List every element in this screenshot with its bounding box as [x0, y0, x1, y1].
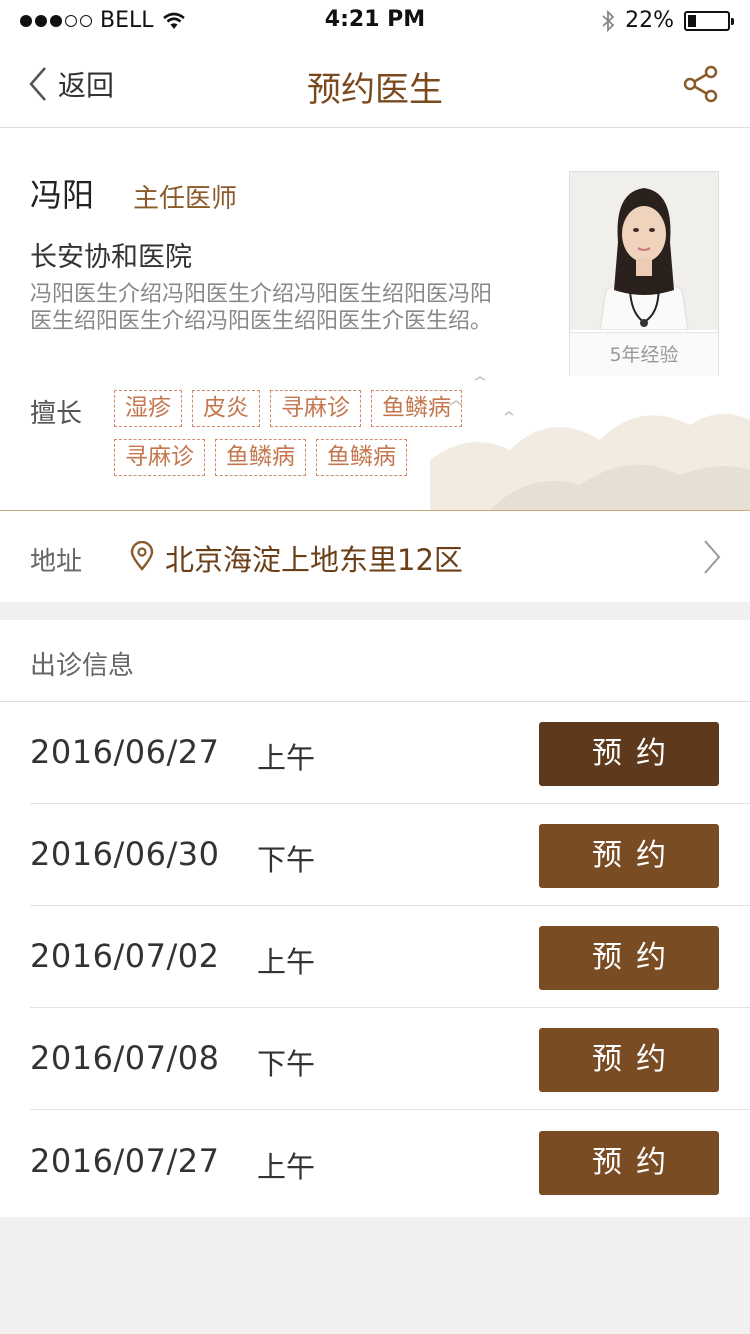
hospital-name: 长安协和医院: [30, 242, 192, 273]
skill-tag: 鱼鳞病: [215, 439, 306, 476]
bluetooth-icon: [602, 9, 615, 32]
schedule-date: 2016/06/27: [30, 733, 220, 771]
doctor-intro: 冯阳医生介绍冯阳医生介绍冯阳医生绍阳医冯阳医生绍阳医生介绍冯阳医生绍阳医生介医生…: [30, 282, 493, 334]
schedule-period: 上午: [257, 741, 316, 775]
location-pin-icon: [130, 541, 154, 571]
battery-percent: 22%: [625, 8, 674, 33]
schedule-period: 上午: [257, 1150, 316, 1184]
schedule-date: 2016/07/27: [30, 1142, 220, 1180]
skill-tag: 鱼鳞病: [371, 390, 462, 427]
share-icon[interactable]: [682, 64, 722, 104]
doctor-name: 冯阳: [30, 176, 95, 214]
battery-icon: [684, 10, 734, 31]
status-right: 22%: [601, 8, 734, 33]
schedule-date: 2016/07/02: [30, 937, 220, 975]
doctor-photo: [570, 172, 718, 330]
skill-tag: 寻麻诊: [270, 390, 361, 427]
schedule-row: 2016/06/27 上午 预约: [30, 702, 750, 804]
address-label: 地址: [30, 547, 83, 577]
page-title: 预约医生: [307, 70, 443, 110]
schedule-row: 2016/07/02 上午 预约: [30, 906, 750, 1008]
address-row[interactable]: 地址 北京海淀上地东里12区: [0, 510, 750, 602]
nav-bar: 返回 预约医生: [0, 40, 750, 128]
address-value: 北京海淀上地东里12区: [165, 543, 463, 577]
battery-fill: [688, 14, 697, 27]
schedule-row: 2016/06/30 下午 预约: [30, 804, 750, 906]
schedule-title: 出诊信息: [30, 651, 135, 681]
status-bar: BELL 4:21 PM 22%: [0, 0, 750, 40]
doctor-photo-card: 5年经验: [569, 171, 719, 376]
schedule-row: 2016/07/08 下午 预约: [30, 1008, 750, 1110]
schedule-date: 2016/06/30: [30, 835, 220, 873]
schedule-section: 出诊信息 2016/06/27 上午 预约 2016/06/30 下午 预约 2…: [0, 620, 750, 1217]
experience-label: 5年经验: [570, 332, 718, 376]
book-button[interactable]: 预约: [539, 1028, 719, 1092]
skill-tag: 皮炎: [192, 390, 260, 427]
skill-tag: 鱼鳞病: [316, 439, 407, 476]
skills-label: 擅长: [30, 399, 83, 429]
doctor-profile: 冯阳 主任医师 长安协和医院 冯阳医生介绍冯阳医生介绍冯阳医生绍阳医冯阳医生绍阳…: [0, 128, 750, 510]
schedule-date: 2016/07/08: [30, 1039, 220, 1077]
skills-tags: 湿疹 皮炎 寻麻诊 鱼鳞病 寻麻诊 鱼鳞病 鱼鳞病: [114, 390, 484, 476]
schedule-period: 下午: [257, 843, 316, 877]
schedule-row: 2016/07/27 上午 预约: [30, 1111, 750, 1213]
doctor-title: 主任医师: [133, 184, 238, 214]
schedule-header: 出诊信息: [0, 620, 750, 702]
book-button[interactable]: 预约: [539, 1131, 719, 1195]
chevron-right-icon: [704, 540, 721, 574]
book-button[interactable]: 预约: [539, 824, 719, 888]
schedule-period: 上午: [257, 945, 316, 979]
skill-tag: 寻麻诊: [114, 439, 205, 476]
schedule-period: 下午: [257, 1047, 316, 1081]
book-button[interactable]: 预约: [539, 722, 719, 786]
book-button[interactable]: 预约: [539, 926, 719, 990]
skill-tag: 湿疹: [114, 390, 182, 427]
